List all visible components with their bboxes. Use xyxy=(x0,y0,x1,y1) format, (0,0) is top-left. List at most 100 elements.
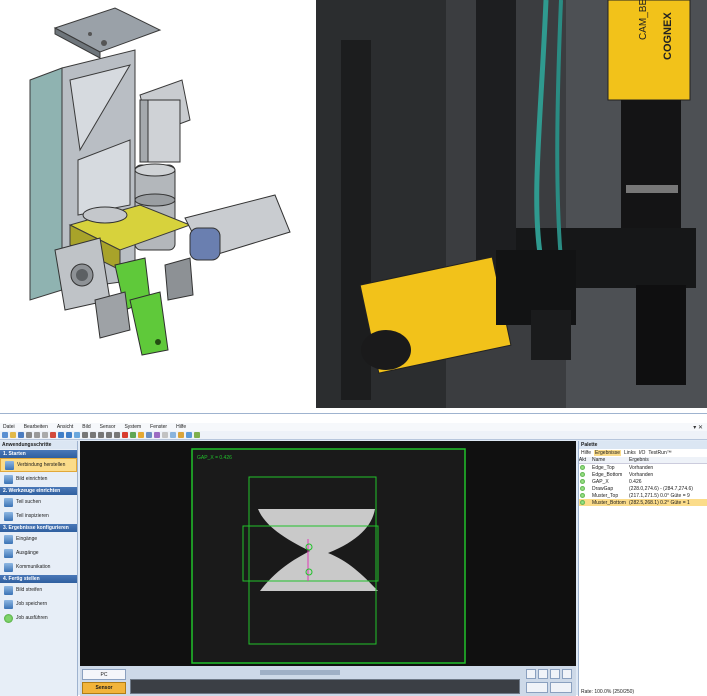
cognex-app-window: Datei Bearbeiten Ansicht Bild Sensor Sys… xyxy=(0,413,707,696)
tab-results[interactable]: Ergebnisse xyxy=(594,450,622,456)
filmstrip-ctrl-2[interactable] xyxy=(538,669,548,679)
menu-hilfe[interactable]: Hilfe xyxy=(176,424,186,430)
paste-icon[interactable] xyxy=(42,432,48,438)
undo-icon[interactable] xyxy=(58,432,64,438)
menu-datei[interactable]: Datei xyxy=(3,424,15,430)
delete-icon[interactable] xyxy=(50,432,56,438)
locate-icon xyxy=(4,497,13,507)
cut-icon[interactable] xyxy=(26,432,32,438)
results-row-selected[interactable]: Muster_Bottom (282.5,268.1) 0.2° Güte = … xyxy=(579,499,707,506)
new-icon[interactable] xyxy=(2,432,8,438)
menu-fenster[interactable]: Fenster xyxy=(150,424,167,430)
grid-icon[interactable] xyxy=(162,432,168,438)
play-icon[interactable] xyxy=(98,432,104,438)
open-icon[interactable] xyxy=(10,432,16,438)
redo-icon[interactable] xyxy=(66,432,72,438)
results-row[interactable]: Muster_Top (217.1,271.5) 0.0° Güte = 9 xyxy=(579,492,707,499)
section-finish[interactable]: 4. Fertig stellen xyxy=(0,575,77,583)
filmstrip-ctrl-4[interactable] xyxy=(562,669,572,679)
filmstrip-bar: PC Sensor xyxy=(80,666,576,696)
record-icon[interactable] xyxy=(122,432,128,438)
step-inputs[interactable]: Eingänge xyxy=(0,532,77,546)
hardware-photo: CAM_BEND COGNEX xyxy=(316,0,707,408)
menu-bearbeiten[interactable]: Bearbeiten xyxy=(24,424,48,430)
sensor-button[interactable]: Sensor xyxy=(82,682,126,694)
application-steps-panel: Anwendungsschritte 1. Starten Verbindung… xyxy=(0,441,78,696)
window-controls[interactable]: ▾ ✕ xyxy=(693,424,703,431)
section-start[interactable]: 1. Starten xyxy=(0,450,77,458)
trigger-icon[interactable] xyxy=(130,432,136,438)
step-locate-part[interactable]: Teil suchen xyxy=(0,495,77,509)
results-row[interactable]: Edge_Top Vorhanden xyxy=(579,464,707,471)
step-label: Teil suchen xyxy=(16,499,42,505)
filmstrip-ctrl-6[interactable] xyxy=(550,682,572,693)
step-label: Verbindung herstellen xyxy=(17,462,66,468)
tab-help[interactable]: Hilfe xyxy=(581,450,591,456)
step-inspect-part[interactable]: Teil inspizieren xyxy=(0,509,77,523)
graphics-icon[interactable] xyxy=(146,432,152,438)
menu-ansicht[interactable]: Ansicht xyxy=(57,424,73,430)
svg-text:CAM_BEND: CAM_BEND xyxy=(638,0,649,40)
filmstrip-ctrl-5[interactable] xyxy=(526,682,548,693)
results-row[interactable]: GAP_X 0.426 xyxy=(579,478,707,485)
pc-button[interactable]: PC xyxy=(82,669,126,680)
step-communication[interactable]: Kommunikation xyxy=(0,560,77,574)
menu-sensor[interactable]: Sensor xyxy=(100,424,116,430)
section-results[interactable]: 3. Ergebnisse konfigurieren xyxy=(0,524,77,532)
step-save-job[interactable]: Job speichern xyxy=(0,597,77,611)
result-value: (217.1,271.5) 0.0° Güte = 9 xyxy=(629,492,690,499)
step-label: Job ausführen xyxy=(16,615,48,621)
tab-testrun[interactable]: TestRun™ xyxy=(648,450,671,456)
filmstrip-icon[interactable] xyxy=(154,432,160,438)
palette-title: Palette xyxy=(579,441,707,449)
step-setup-image[interactable]: Bild einrichten xyxy=(0,472,77,486)
calibrate-icon[interactable] xyxy=(170,432,176,438)
tab-links[interactable]: Links xyxy=(624,450,636,456)
step-connect[interactable]: Verbindung herstellen xyxy=(0,458,77,472)
zoom-icon[interactable] xyxy=(74,432,80,438)
help-icon[interactable] xyxy=(186,432,192,438)
menu-bar: Datei Bearbeiten Ansicht Bild Sensor Sys… xyxy=(0,423,707,431)
results-row[interactable]: DrawGap (228.0,274.6) - (284.7,274.6) xyxy=(579,485,707,492)
window-titlebar xyxy=(0,414,707,423)
results-row[interactable]: Edge_Bottom Vorhanden xyxy=(579,471,707,478)
pass-icon xyxy=(580,472,585,477)
filmstrip-step-icon xyxy=(4,585,13,595)
image-display[interactable]: GAP_X = 0.426 xyxy=(80,441,576,666)
pass-icon xyxy=(580,486,585,491)
filmstrip-track[interactable] xyxy=(130,679,520,694)
last-image-icon[interactable] xyxy=(114,432,120,438)
copy-icon[interactable] xyxy=(34,432,40,438)
results-header: Akt Name Ergebnis xyxy=(579,457,707,464)
connect-icon xyxy=(5,460,14,470)
pass-icon xyxy=(580,500,585,505)
step-filmstrip[interactable]: Bild streifen xyxy=(0,583,77,597)
save-icon[interactable] xyxy=(18,432,24,438)
step-label: Kommunikation xyxy=(16,564,51,570)
step-outputs[interactable]: Ausgänge xyxy=(0,546,77,560)
step-label: Job speichern xyxy=(16,601,48,607)
inspect-icon xyxy=(4,511,13,521)
pass-icon xyxy=(580,465,585,470)
pass-icon xyxy=(580,479,585,484)
filmstrip-scrollbar[interactable] xyxy=(260,670,340,675)
live-icon[interactable] xyxy=(138,432,144,438)
section-tools[interactable]: 2. Werkzeuge einrichten xyxy=(0,487,77,495)
result-name: Muster_Top xyxy=(592,492,619,499)
filmstrip-ctrl-3[interactable] xyxy=(550,669,560,679)
menu-system[interactable]: System xyxy=(124,424,141,430)
filmstrip-ctrl-1[interactable] xyxy=(526,669,536,679)
communication-icon xyxy=(4,562,13,572)
save-job-icon xyxy=(4,599,13,609)
online-icon[interactable] xyxy=(194,432,200,438)
next-image-icon[interactable] xyxy=(106,432,112,438)
lock-icon[interactable] xyxy=(178,432,184,438)
svg-text:COGNEX: COGNEX xyxy=(662,12,674,60)
result-value: (282.5,268.1) 0.2° Güte = 1 xyxy=(629,499,690,506)
result-value: Vorhanden xyxy=(629,471,654,478)
menu-bild[interactable]: Bild xyxy=(82,424,90,430)
prev-image-icon[interactable] xyxy=(90,432,96,438)
first-image-icon[interactable] xyxy=(82,432,88,438)
step-run-job[interactable]: Job ausführen xyxy=(0,611,77,625)
tab-io[interactable]: I/O xyxy=(639,450,646,456)
